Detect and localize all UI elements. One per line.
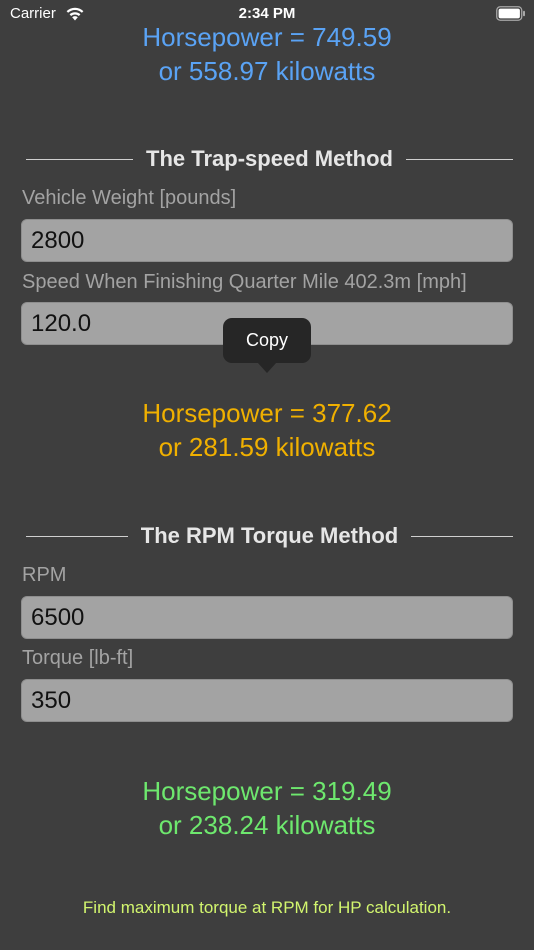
copy-callout[interactable]: Copy xyxy=(223,318,311,376)
copy-menu-label: Copy xyxy=(245,330,289,350)
callout-arrow xyxy=(257,362,277,373)
trap-speed-title: The Trap-speed Method xyxy=(146,146,393,171)
divider-right xyxy=(405,158,514,160)
result-top-horsepower: Horsepower = 749.59 xyxy=(142,22,392,52)
rpm-torque-title: The RPM Torque Method xyxy=(140,523,399,548)
vehicle-weight-input[interactable] xyxy=(21,219,513,262)
result-trap-speed-horsepower: Horsepower = 377.62 xyxy=(142,398,392,428)
torque-label: Torque [lb-ft] xyxy=(22,647,134,669)
rpm-label: RPM xyxy=(22,564,67,586)
result-rpm-torque: Horsepower = 319.49 or 238.24 kilowatts xyxy=(0,774,534,842)
rpm-torque-section-header: The RPM Torque Method xyxy=(26,521,513,551)
quarter-mile-speed-label: Speed When Finishing Quarter Mile 402.3m… xyxy=(22,271,467,293)
battery-icon xyxy=(496,6,525,21)
result-trap-speed-kilowatts: or 281.59 kilowatts xyxy=(158,432,376,462)
vehicle-weight-label: Vehicle Weight [pounds] xyxy=(22,187,237,209)
torque-input[interactable] xyxy=(21,679,513,722)
divider-right xyxy=(411,535,513,537)
result-top: Horsepower = 749.59 or 558.97 kilowatts xyxy=(0,20,534,88)
copy-menu-item[interactable]: Copy xyxy=(223,318,311,363)
rpm-input[interactable] xyxy=(21,596,513,639)
result-rpm-torque-horsepower: Horsepower = 319.49 xyxy=(142,776,392,806)
trap-speed-section-header: The Trap-speed Method xyxy=(26,144,514,174)
divider-left xyxy=(26,535,128,537)
result-rpm-torque-kilowatts: or 238.24 kilowatts xyxy=(158,810,376,840)
max-torque-link[interactable]: Find maximum torque at RPM for HP calcul… xyxy=(0,898,534,918)
result-trap-speed: Horsepower = 377.62 or 281.59 kilowatts xyxy=(0,396,534,464)
result-top-kilowatts: or 558.97 kilowatts xyxy=(158,56,376,86)
divider-left xyxy=(26,158,134,160)
